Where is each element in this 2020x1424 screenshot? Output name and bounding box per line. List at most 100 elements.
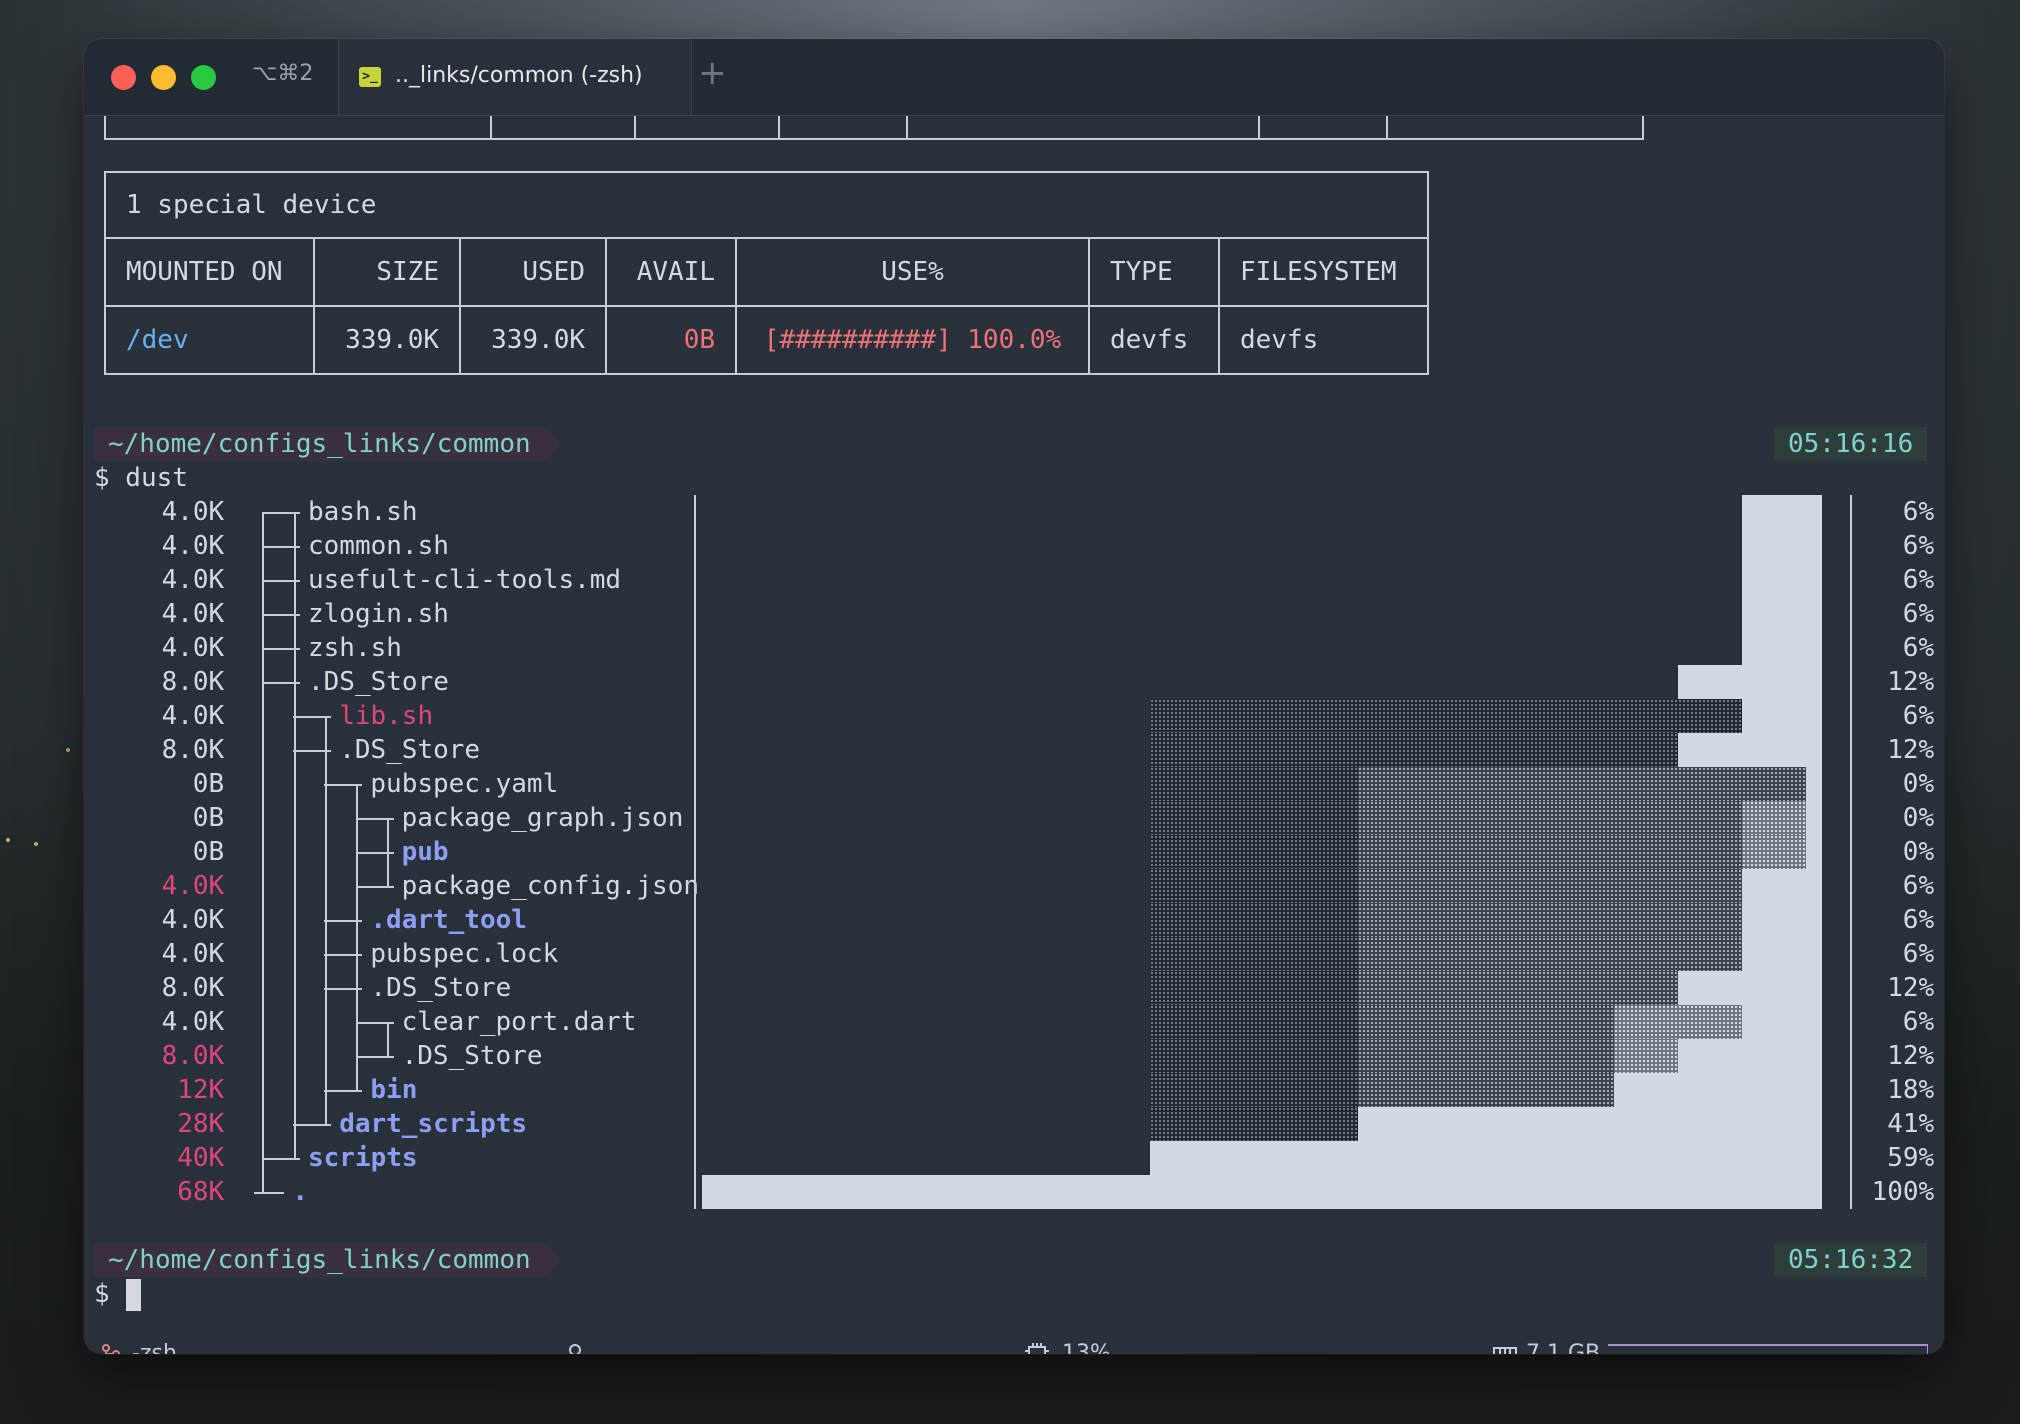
dust-percent: 0% <box>1902 837 1935 867</box>
usage-bar <box>1150 1039 1358 1073</box>
usage-bar <box>1358 1039 1614 1073</box>
usage-bar <box>1358 869 1742 903</box>
usage-bar <box>1678 733 1822 767</box>
minimize-button[interactable] <box>151 65 176 90</box>
dust-entry-name: bin <box>370 1075 418 1105</box>
usage-bar <box>1742 835 1806 869</box>
dust-size: 4.0K <box>161 531 225 561</box>
usage-bar <box>1358 971 1678 1005</box>
dust-size: 0B <box>192 803 225 833</box>
dust-entry-name: .DS_Store <box>401 1041 543 1071</box>
tab-title: .._links/common (-zsh) <box>395 63 643 88</box>
dust-percent: 6% <box>1902 905 1935 935</box>
command-line: $ dust <box>94 463 188 493</box>
tab-zsh[interactable]: >_ .._links/common (-zsh) <box>338 39 692 115</box>
dust-percent: 6% <box>1902 497 1935 527</box>
git-branch-icon <box>102 1344 120 1354</box>
usage-bar <box>1150 1005 1358 1039</box>
cell-size: 339.0K <box>313 305 461 375</box>
dust-percent: 0% <box>1902 803 1935 833</box>
tree-branch-line <box>294 512 296 1158</box>
usage-bar <box>1150 733 1678 767</box>
table-header-row: MOUNTED ON SIZE USED AVAIL USE% TYPE FIL… <box>104 237 1429 307</box>
dust-percent: 59% <box>1887 1143 1935 1173</box>
usage-bar <box>1742 801 1806 835</box>
usage-bar <box>1150 971 1358 1005</box>
dust-entry-name: usefult-cli-tools.md <box>308 565 622 595</box>
dust-percent: 12% <box>1887 973 1935 1003</box>
dust-percent: 41% <box>1887 1109 1935 1139</box>
usage-bar <box>1150 699 1742 733</box>
dust-entry-name: pub <box>401 837 449 867</box>
zoom-button[interactable] <box>191 65 216 90</box>
usage-bar <box>1742 597 1822 631</box>
tree-connector <box>355 886 394 888</box>
dust-size: 28K <box>177 1109 225 1139</box>
usage-bar <box>1742 631 1822 665</box>
tree-branch-line <box>387 1022 389 1056</box>
dust-percent: 6% <box>1902 599 1935 629</box>
dust-entry-name: clear_port.dart <box>401 1007 637 1037</box>
memory-icon <box>1493 1347 1517 1354</box>
usage-bar <box>1358 1005 1614 1039</box>
tree-branch-line <box>387 818 389 886</box>
dust-percent: 6% <box>1902 633 1935 663</box>
use-percent: 100.0% <box>967 325 1062 355</box>
usage-bar <box>1358 801 1742 835</box>
new-tab-button[interactable]: + <box>698 53 727 93</box>
usage-bar <box>1614 1039 1678 1073</box>
prompt-time: 05:16:32 <box>1774 1243 1928 1277</box>
cpu-icon <box>1025 1343 1049 1354</box>
usage-bar <box>1150 767 1358 801</box>
header-avail: AVAIL <box>605 237 737 307</box>
dust-size: 4.0K <box>161 701 225 731</box>
dust-entry-name: dart_scripts <box>339 1109 528 1139</box>
dust-entry-name: .dart_tool <box>370 905 527 935</box>
tree-connector <box>262 1158 300 1160</box>
tree-connector <box>324 1090 363 1092</box>
usage-bar <box>1358 937 1742 971</box>
cell-mounted-on: /dev <box>104 305 315 375</box>
prompt-time: 05:16:16 <box>1774 427 1928 461</box>
terminal-content[interactable]: 1 special device MOUNTED ON SIZE USED AV… <box>84 116 1944 1354</box>
usage-bar <box>1150 869 1358 903</box>
dust-entry-name: pubspec.yaml <box>370 769 559 799</box>
table-caption: 1 special device <box>104 171 1429 239</box>
prompt-path: ~/home/configs_links/common <box>94 1243 561 1277</box>
prompt-path: ~/home/configs_links/common <box>94 427 561 461</box>
cell-used: 339.0K <box>459 305 607 375</box>
terminal-icon: >_ <box>359 67 381 87</box>
usage-bar <box>1150 1141 1822 1175</box>
dust-entry-name: pubspec.lock <box>370 939 559 969</box>
tree-branch-line <box>325 716 327 1124</box>
close-button[interactable] <box>111 65 136 90</box>
bar-right-border <box>1850 495 1852 1209</box>
background-light <box>34 842 38 846</box>
title-bar: ⌥⌘2 >_ .._links/common (-zsh) + <box>84 39 1944 116</box>
usage-bar <box>1614 1073 1822 1107</box>
dust-percent: 6% <box>1902 1007 1935 1037</box>
usage-bar <box>1742 937 1822 971</box>
usage-bar <box>1678 971 1822 1005</box>
dust-size: 4.0K <box>161 633 225 663</box>
cell-use-pct: [##########] 100.0% <box>735 305 1090 375</box>
use-bar: [##########] <box>763 325 952 355</box>
usage-bar <box>1742 1005 1822 1039</box>
user-icon <box>569 1344 581 1354</box>
cpu-sparkline <box>1129 1351 1469 1354</box>
tree-branch-line <box>356 784 358 1090</box>
dust-entry-name: zsh.sh <box>308 633 402 663</box>
table-separator <box>778 116 780 138</box>
dust-entry-name: package_config.json <box>401 871 700 901</box>
dust-size: 8.0K <box>161 667 225 697</box>
dust-percent: 6% <box>1902 701 1935 731</box>
usage-bar <box>1806 767 1822 801</box>
dust-percent: 100% <box>1871 1177 1935 1207</box>
memory-sparkline <box>1608 1344 1928 1354</box>
header-filesystem: FILESYSTEM <box>1218 237 1429 307</box>
dust-entry-name: scripts <box>308 1143 418 1173</box>
dust-size: 8.0K <box>161 973 225 1003</box>
tree-connector <box>254 1192 284 1194</box>
usage-bar <box>702 1175 1822 1209</box>
dust-entry-name: lib.sh <box>339 701 434 731</box>
